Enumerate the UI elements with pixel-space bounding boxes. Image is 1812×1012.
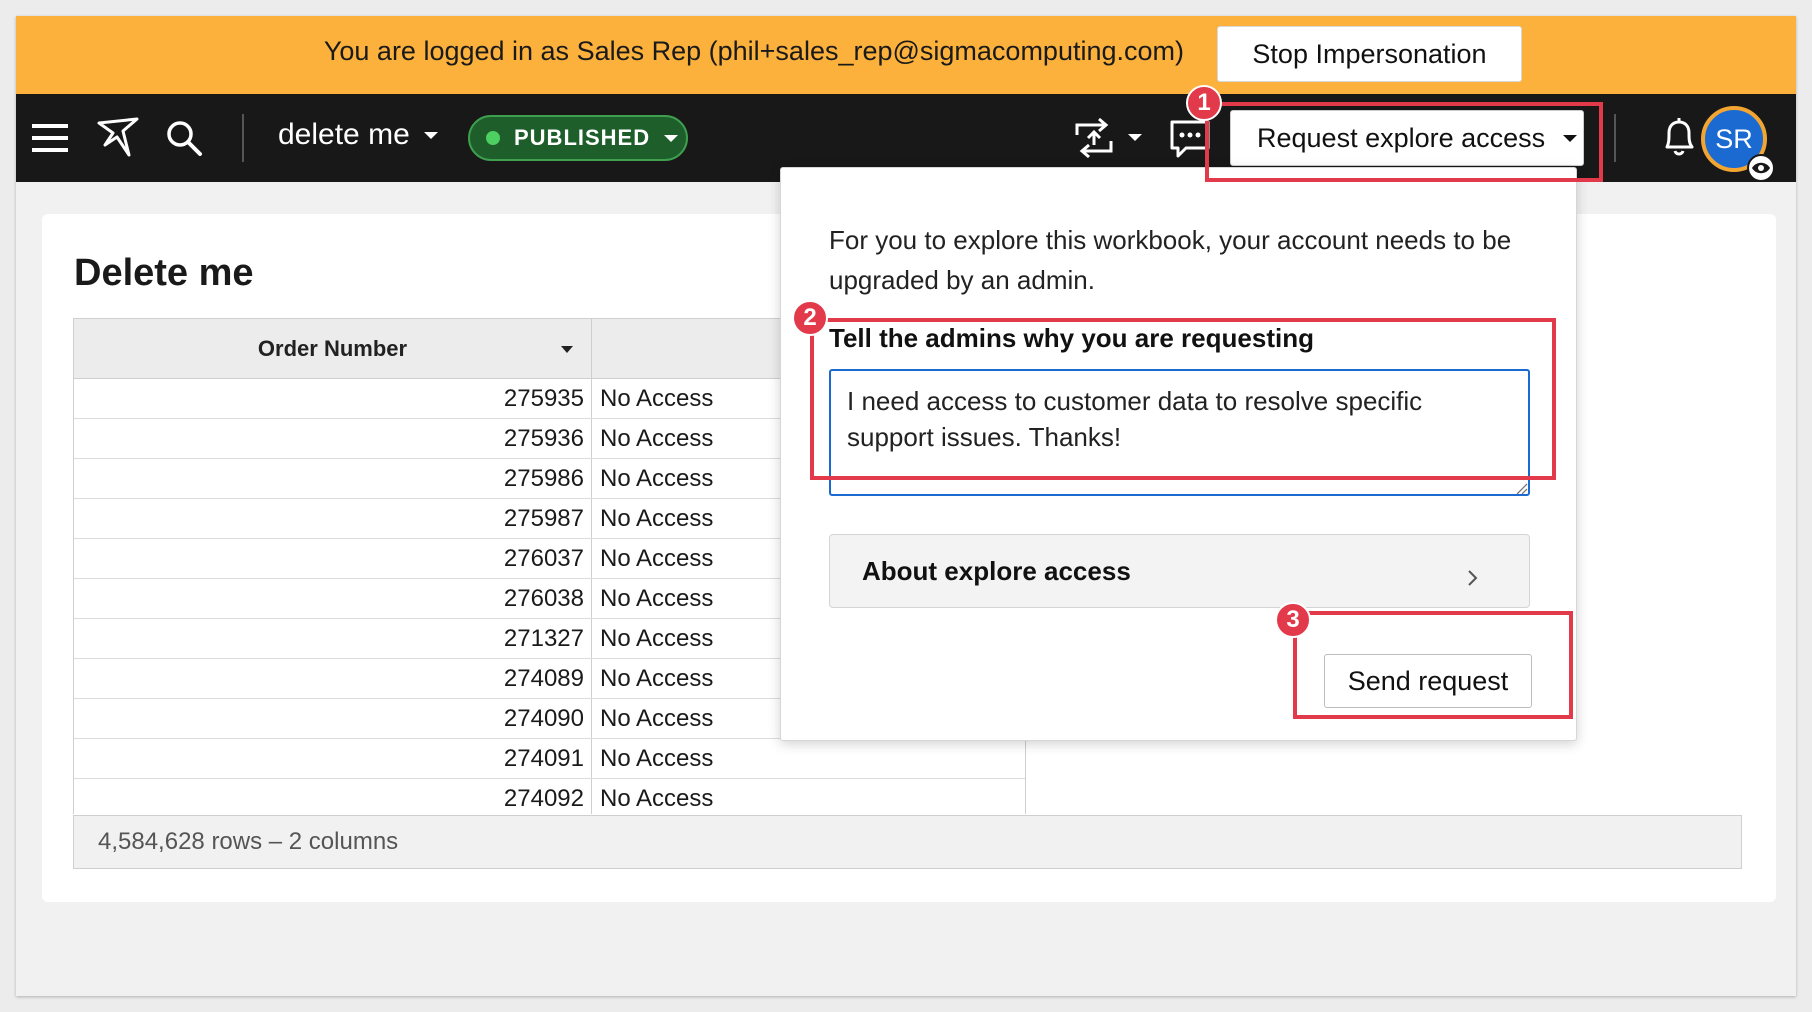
stop-impersonation-button[interactable]: Stop Impersonation	[1217, 26, 1522, 82]
popover-description: For you to explore this workbook, your a…	[829, 225, 1512, 295]
search-icon[interactable]	[162, 116, 206, 160]
impersonation-banner: You are logged in as Sales Rep (phil+sal…	[16, 16, 1796, 94]
order-number-cell: 274092	[74, 779, 592, 814]
order-number-cell: 276037	[74, 539, 592, 578]
table-row[interactable]: 274091 No Access	[74, 739, 1025, 779]
toolbar-divider	[1614, 114, 1616, 162]
callout-highlight-request-button	[1205, 102, 1603, 182]
order-number-cell: 274091	[74, 739, 592, 778]
chevron-down-icon	[664, 134, 679, 142]
order-number-cell: 275987	[74, 499, 592, 538]
menu-icon[interactable]	[30, 118, 70, 158]
value-cell: No Access	[600, 785, 714, 812]
table-footer: 4,584,628 rows – 2 columns	[73, 815, 1742, 869]
order-number-cell: 275935	[74, 379, 592, 418]
column-header-label: Order Number	[257, 335, 408, 361]
order-number-cell: 274090	[74, 699, 592, 738]
eye-icon	[1747, 154, 1775, 182]
value-cell: No Access	[600, 745, 714, 772]
sync-icon[interactable]	[1070, 114, 1118, 162]
order-number-cell: 275936	[74, 419, 592, 458]
page-title: Delete me	[74, 252, 254, 294]
callout-badge: 2	[792, 300, 828, 336]
callout-highlight-reason	[810, 318, 1556, 480]
avatar-initials: SR	[1715, 123, 1753, 154]
callout-badge: 3	[1275, 602, 1311, 638]
resize-handle-icon[interactable]	[1516, 482, 1528, 495]
order-number-cell: 271327	[74, 619, 592, 658]
toolbar-divider	[242, 114, 244, 162]
published-status-badge[interactable]: PUBLISHED	[468, 115, 688, 161]
workbook-title: delete me	[278, 118, 410, 151]
order-number-cell: 276038	[74, 579, 592, 618]
status-label: PUBLISHED	[514, 125, 651, 150]
order-number-cell: 274089	[74, 659, 592, 698]
chevron-down-icon[interactable]	[561, 346, 573, 353]
workbook-title-menu[interactable]: delete me	[278, 118, 438, 152]
callout-highlight-send	[1293, 611, 1573, 719]
impersonation-text: You are logged in as Sales Rep (phil+sal…	[323, 36, 1184, 66]
order-number-cell: 275986	[74, 459, 592, 498]
callout-badge: 1	[1186, 85, 1222, 121]
column-header-order-number[interactable]: Order Number	[74, 319, 592, 378]
sigma-logo-icon[interactable]	[94, 114, 142, 162]
chevron-down-icon[interactable]	[1128, 134, 1142, 141]
about-explore-access-link[interactable]: About explore access	[829, 534, 1530, 608]
bell-icon[interactable]	[1656, 114, 1702, 160]
table-row[interactable]: 274092 No Access	[74, 779, 1025, 814]
chevron-down-icon	[423, 131, 438, 139]
chevron-right-icon	[1467, 563, 1479, 586]
about-explore-access-label: About explore access	[862, 555, 1131, 586]
app-window: You are logged in as Sales Rep (phil+sal…	[16, 16, 1796, 996]
status-dot-icon	[486, 131, 500, 145]
